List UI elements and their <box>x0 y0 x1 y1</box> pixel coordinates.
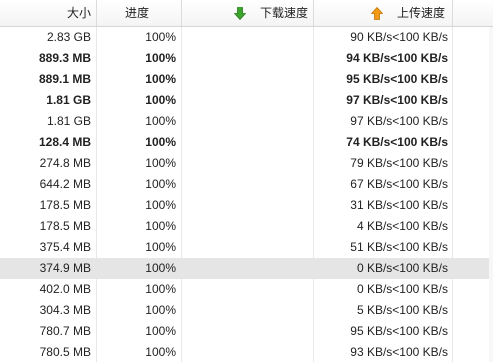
progress-cell: 100% <box>145 303 176 317</box>
table-row[interactable]: 1.81 GB 100% 97 KB/s<100 KB/s <box>0 90 493 111</box>
download-speed-cell <box>182 237 312 258</box>
upload-arrow-icon <box>371 7 383 20</box>
column-header-bar: 大小 进度 下载速度 上传速度 <box>0 0 493 27</box>
download-speed-cell <box>182 300 312 321</box>
progress-cell: 100% <box>145 324 176 338</box>
upload-speed-cell: 95 KB/s<100 KB/s <box>346 72 448 86</box>
progress-cell: 100% <box>145 93 176 107</box>
upload-speed-cell: 4 KB/s<100 KB/s <box>356 219 448 233</box>
size-cell: 178.5 MB <box>39 219 91 233</box>
transfer-list-table: 大小 进度 下载速度 上传速度 2.83 GB 100% 90 KB/s<100 K… <box>0 0 493 362</box>
progress-cell: 100% <box>145 30 176 44</box>
size-cell: 128.4 MB <box>38 135 91 149</box>
size-cell: 178.5 MB <box>39 198 91 212</box>
size-cell: 644.2 MB <box>39 177 91 191</box>
progress-cell: 100% <box>145 219 176 233</box>
size-cell: 374.9 MB <box>39 261 91 275</box>
upload-speed-cell: 51 KB/s<100 KB/s <box>350 240 448 254</box>
download-speed-cell <box>182 132 312 153</box>
column-header-upload-speed[interactable]: 上传速度 <box>314 0 452 26</box>
progress-cell: 100% <box>145 240 176 254</box>
table-row[interactable]: 178.5 MB 100% 31 KB/s<100 KB/s <box>0 195 493 216</box>
size-cell: 889.3 MB <box>38 51 91 65</box>
progress-cell: 100% <box>145 345 176 359</box>
table-row[interactable]: 644.2 MB 100% 67 KB/s<100 KB/s <box>0 174 493 195</box>
column-header-size-label: 大小 <box>66 6 91 20</box>
table-row[interactable]: 274.8 MB 100% 79 KB/s<100 KB/s <box>0 153 493 174</box>
progress-cell: 100% <box>145 51 176 65</box>
table-row[interactable]: 780.5 MB 100% 93 KB/s<100 KB/s <box>0 342 493 362</box>
table-row[interactable]: 1.81 GB 100% 97 KB/s<100 KB/s <box>0 111 493 132</box>
upload-speed-cell: 79 KB/s<100 KB/s <box>350 156 448 170</box>
upload-speed-cell: 94 KB/s<100 KB/s <box>346 51 448 65</box>
upload-speed-cell: 74 KB/s<100 KB/s <box>346 135 448 149</box>
progress-cell: 100% <box>145 177 176 191</box>
progress-cell: 100% <box>145 261 176 275</box>
table-row[interactable]: 374.9 MB 100% 0 KB/s<100 KB/s <box>0 258 493 279</box>
table-row[interactable]: 178.5 MB 100% 4 KB/s<100 KB/s <box>0 216 493 237</box>
upload-speed-cell: 95 KB/s<100 KB/s <box>350 324 448 338</box>
column-header-progress-label: 进度 <box>124 6 149 20</box>
download-speed-cell <box>182 216 312 237</box>
download-speed-cell <box>182 321 312 342</box>
table-row[interactable]: 780.7 MB 100% 95 KB/s<100 KB/s <box>0 321 493 342</box>
table-row[interactable]: 889.3 MB 100% 94 KB/s<100 KB/s <box>0 48 493 69</box>
download-speed-cell <box>182 111 312 132</box>
column-header-download-speed[interactable]: 下载速度 <box>182 0 313 26</box>
download-speed-cell <box>182 195 312 216</box>
download-speed-cell <box>182 27 312 48</box>
table-row[interactable]: 402.0 MB 100% 0 KB/s<100 KB/s <box>0 279 493 300</box>
table-row[interactable]: 889.1 MB 100% 95 KB/s<100 KB/s <box>0 69 493 90</box>
size-cell: 304.3 MB <box>39 303 91 317</box>
download-speed-cell <box>182 342 312 362</box>
upload-speed-cell: 0 KB/s<100 KB/s <box>356 282 448 296</box>
progress-cell: 100% <box>145 135 176 149</box>
upload-speed-cell: 67 KB/s<100 KB/s <box>350 177 448 191</box>
download-speed-cell <box>182 69 312 90</box>
vertical-scrollbar[interactable] <box>489 27 493 362</box>
download-speed-cell <box>182 279 312 300</box>
download-arrow-icon <box>234 7 246 20</box>
size-cell: 2.83 GB <box>46 30 91 44</box>
progress-cell: 100% <box>145 156 176 170</box>
size-cell: 402.0 MB <box>39 282 91 296</box>
size-cell: 889.1 MB <box>38 72 91 86</box>
download-speed-cell <box>182 153 312 174</box>
table-row[interactable]: 128.4 MB 100% 74 KB/s<100 KB/s <box>0 132 493 153</box>
progress-cell: 100% <box>145 114 176 128</box>
column-header-download-speed-label: 下载速度 <box>260 6 309 20</box>
upload-speed-cell: 93 KB/s<100 KB/s <box>350 345 448 359</box>
size-cell: 780.5 MB <box>39 345 91 359</box>
table-row[interactable]: 375.4 MB 100% 51 KB/s<100 KB/s <box>0 237 493 258</box>
column-header-progress[interactable]: 进度 <box>97 0 177 26</box>
column-divider[interactable] <box>452 0 453 26</box>
upload-speed-cell: 97 KB/s<100 KB/s <box>346 93 448 107</box>
download-speed-cell <box>182 90 312 111</box>
upload-speed-cell: 0 KB/s<100 KB/s <box>356 261 448 275</box>
table-row[interactable]: 2.83 GB 100% 90 KB/s<100 KB/s <box>0 27 493 48</box>
upload-speed-cell: 97 KB/s<100 KB/s <box>350 114 448 128</box>
upload-speed-cell: 5 KB/s<100 KB/s <box>356 303 448 317</box>
table-row[interactable]: 304.3 MB 100% 5 KB/s<100 KB/s <box>0 300 493 321</box>
progress-cell: 100% <box>145 72 176 86</box>
upload-speed-cell: 31 KB/s<100 KB/s <box>350 198 448 212</box>
column-header-size[interactable]: 大小 <box>0 0 91 26</box>
size-cell: 780.7 MB <box>39 324 91 338</box>
download-speed-cell <box>182 48 312 69</box>
size-cell: 274.8 MB <box>39 156 91 170</box>
column-header-upload-speed-label: 上传速度 <box>397 6 446 20</box>
progress-cell: 100% <box>145 198 176 212</box>
upload-speed-cell: 90 KB/s<100 KB/s <box>350 30 448 44</box>
transfer-rows: 2.83 GB 100% 90 KB/s<100 KB/s 889.3 MB 100% 9… <box>0 27 493 362</box>
size-cell: 375.4 MB <box>39 240 91 254</box>
size-cell: 1.81 GB <box>46 114 91 128</box>
download-speed-cell <box>182 174 312 195</box>
progress-cell: 100% <box>145 282 176 296</box>
download-speed-cell <box>182 258 312 279</box>
size-cell: 1.81 GB <box>46 93 91 107</box>
